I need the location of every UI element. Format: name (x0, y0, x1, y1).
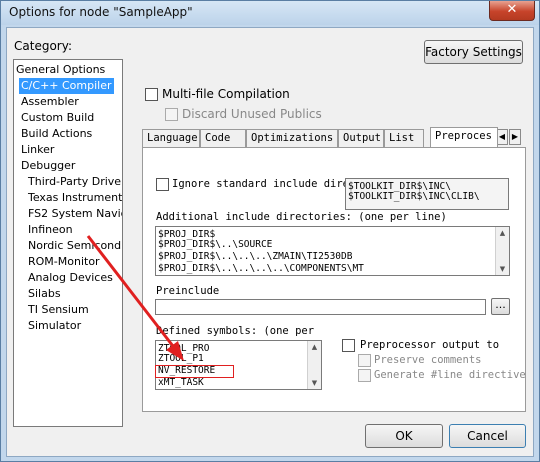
tab-list[interactable]: List (384, 129, 424, 147)
tab-optimizations[interactable]: Optimizations (246, 129, 338, 147)
cancel-button[interactable]: Cancel (449, 424, 526, 448)
scroll-down-icon[interactable]: ▼ (310, 379, 319, 387)
category-item-infineon[interactable]: Infineon (26, 222, 75, 238)
preinclude-browse-button[interactable]: ... (491, 298, 510, 315)
defined-symbols-scrollbar[interactable]: ▲ ▼ (307, 341, 321, 389)
std-include-dirs-box: $TOOLKIT_DIR$\INC\ $TOOLKIT_DIR$\INC\CLI… (345, 178, 509, 210)
preserve-comments-checkbox[interactable] (358, 354, 371, 367)
category-item-third-party-driver[interactable]: Third-Party Driver (26, 174, 122, 190)
close-button[interactable]: ✕ (489, 1, 535, 21)
tab-scroll-right-icon[interactable]: ▶ (509, 129, 521, 145)
defined-symbol-line: ZTOOL_P1 (158, 353, 204, 364)
ignore-std-include-label: Ignore standard include dire (172, 178, 350, 190)
category-item-rom-monitor[interactable]: ROM-Monitor (26, 254, 102, 270)
category-item-custom-build[interactable]: Custom Build (19, 110, 96, 126)
ok-button[interactable]: OK (365, 424, 443, 448)
category-item-c-cpp-compiler[interactable]: C/C++ Compiler (19, 78, 114, 94)
std-include-dir: $TOOLKIT_DIR$\INC\CLIB\ (348, 191, 480, 202)
multi-file-label: Multi-file Compilation (162, 87, 290, 101)
discard-unused-checkbox[interactable] (165, 108, 178, 121)
category-item-debugger[interactable]: Debugger (19, 158, 77, 174)
tab-code[interactable]: Code (200, 129, 246, 147)
defined-symbol-line: xMT_TASK (158, 377, 204, 388)
category-item-silabs[interactable]: Silabs (26, 286, 63, 302)
annotation-highlight-box (155, 365, 234, 378)
include-dir-line: $PROJ_DIR$ (158, 229, 216, 240)
defined-symbols-label: Defined symbols: (one per (156, 325, 315, 337)
preinclude-input[interactable] (155, 299, 486, 315)
additional-include-label: Additional include directories: (one per… (156, 211, 447, 223)
category-item-assembler[interactable]: Assembler (19, 94, 81, 110)
category-item-nordic[interactable]: Nordic Semiconduc (26, 238, 122, 254)
discard-unused-label: Discard Unused Publics (182, 107, 322, 121)
category-item-linker[interactable]: Linker (19, 142, 56, 158)
scroll-up-icon[interactable]: ▲ (310, 343, 319, 351)
preinclude-label: Preinclude (156, 285, 220, 297)
additional-include-textarea[interactable]: $PROJ_DIR$ $PROJ_DIR$\..\SOURCE $PROJ_DI… (155, 226, 510, 276)
include-dir-line: $PROJ_DIR$\..\..\..\ZMAIN\TI2530DB (158, 251, 353, 262)
generate-line-label: Generate #line directive (374, 369, 526, 381)
category-item-ti-sensium[interactable]: TI Sensium (26, 302, 91, 318)
defined-symbol-line: ZTOOL_PRO (158, 343, 210, 354)
category-item-texas-instruments[interactable]: Texas Instruments (26, 190, 122, 206)
factory-settings-button[interactable]: Factory Settings (424, 40, 523, 64)
include-dirs-scrollbar[interactable]: ▲ ▼ (495, 227, 509, 275)
scroll-down-icon[interactable]: ▼ (498, 265, 507, 273)
preprocessor-output-label: Preprocessor output to (360, 339, 500, 351)
std-include-dir: $TOOLKIT_DIR$\INC\ (348, 181, 451, 192)
ignore-std-include-checkbox[interactable] (156, 178, 169, 191)
category-list[interactable]: General Options C/C++ Compiler Assembler… (13, 59, 123, 427)
category-item-simulator[interactable]: Simulator (26, 318, 83, 334)
tab-language[interactable]: Language (142, 129, 200, 147)
category-item-analog-devices[interactable]: Analog Devices (26, 270, 115, 286)
preprocessor-output-checkbox[interactable] (342, 339, 355, 352)
category-item-general-options[interactable]: General Options (14, 62, 107, 78)
generate-line-checkbox[interactable] (358, 369, 371, 382)
multi-file-checkbox[interactable] (145, 88, 158, 101)
category-label: Category: (14, 39, 72, 53)
preserve-comments-label: Preserve comments (374, 354, 482, 366)
window-title: Options for node "SampleApp" (9, 5, 193, 19)
scroll-up-icon[interactable]: ▲ (498, 229, 507, 237)
include-dir-line: $PROJ_DIR$\..\SOURCE (158, 239, 273, 250)
title-bar[interactable]: Options for node "SampleApp" ✕ (1, 1, 539, 25)
tab-preprocessor[interactable]: Preproces (430, 127, 498, 147)
category-item-build-actions[interactable]: Build Actions (19, 126, 94, 142)
include-dir-line: $PROJ_DIR$\..\..\..\..\COMPONENTS\MT (158, 263, 364, 274)
tab-output[interactable]: Output (338, 129, 384, 147)
category-item-fs2-system-navigator[interactable]: FS2 System Navig (26, 206, 122, 222)
